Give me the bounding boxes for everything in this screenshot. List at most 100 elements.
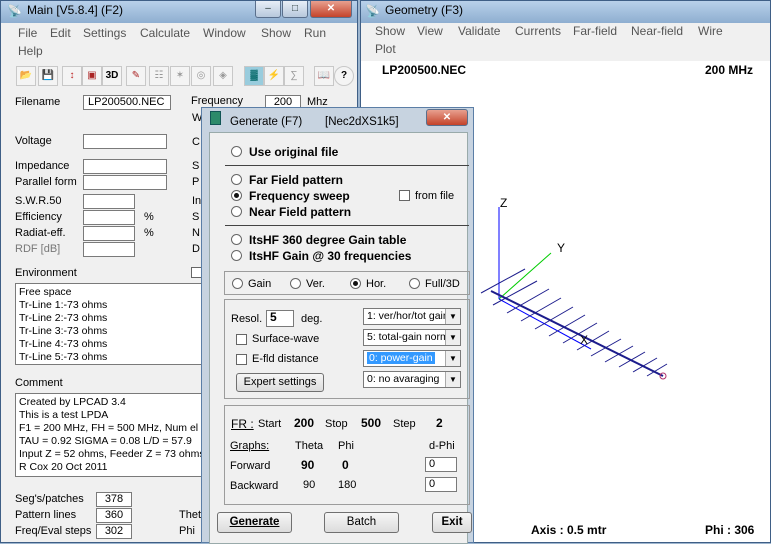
gain-label[interactable]: Gain	[248, 278, 271, 290]
geometry-title: Geometry (F3)	[385, 3, 464, 17]
norm-select[interactable]: 5: total-gain norm ▼	[363, 329, 461, 346]
start-value[interactable]: 200	[294, 416, 314, 430]
book-icon[interactable]: 📖	[314, 66, 334, 86]
fx-icon[interactable]: ∑	[284, 66, 304, 86]
menu-currents[interactable]: Currents	[515, 24, 561, 38]
antenna-icon[interactable]: ↕	[62, 66, 82, 86]
main-title-bar[interactable]: 📡 Main [V5.8.4] (F2) ‒ □ ✕	[1, 1, 357, 23]
freq-sweep-label[interactable]: Frequency sweep	[249, 189, 350, 203]
resol-input[interactable]: 5	[266, 310, 294, 327]
step-value[interactable]: 2	[436, 416, 443, 430]
environment-list[interactable]: Free space Tr-Line 1:-73 ohms Tr-Line 2:…	[15, 283, 205, 365]
backward-theta[interactable]: 90	[303, 479, 315, 491]
use-original-label[interactable]: Use original file	[249, 145, 338, 159]
gain-type-select-value: 0: power-gain	[367, 352, 435, 364]
use-original-radio[interactable]	[231, 146, 242, 157]
efld-distance-label[interactable]: E-fld distance	[252, 353, 319, 365]
impedance-label: Impedance	[15, 160, 70, 172]
maximize-button[interactable]: □	[282, 1, 308, 18]
forward-phi[interactable]: 0	[342, 458, 349, 472]
comment-line: TAU = 0.92 SIGMA = 0.08 L/D = 57.9	[19, 435, 192, 447]
menu-run[interactable]: Run	[304, 26, 326, 40]
backward-phi[interactable]: 180	[338, 479, 356, 491]
itshf-30-radio[interactable]	[231, 250, 242, 261]
theta-header: Theta	[295, 440, 324, 452]
menu-show[interactable]: Show	[261, 26, 291, 40]
geometry-frequency: 200 MHz	[705, 63, 754, 77]
menu-view[interactable]: View	[417, 24, 443, 38]
generate-close-button[interactable]: ✕	[426, 109, 468, 126]
from-file-label[interactable]: from file	[415, 190, 454, 202]
itshf-360-radio[interactable]	[231, 234, 242, 245]
far-field-radio[interactable]	[231, 174, 242, 185]
efld-distance-checkbox[interactable]	[236, 354, 247, 365]
ver-label[interactable]: Ver.	[306, 278, 325, 290]
expert-settings-button[interactable]: Expert settings	[236, 373, 324, 392]
grid-icon[interactable]: ☷	[149, 66, 169, 86]
menu-near-field[interactable]: Near-field	[631, 24, 683, 38]
menu-settings[interactable]: Settings	[83, 26, 126, 40]
3d-icon[interactable]: 3D	[102, 66, 122, 86]
geometry-title-bar[interactable]: 📡 Geometry (F3)	[361, 1, 770, 23]
menu-calculate[interactable]: Calculate	[140, 26, 190, 40]
antenna-canvas[interactable]	[471, 181, 771, 401]
full3d-radio[interactable]	[409, 278, 420, 289]
menu-far-field[interactable]: Far-field	[573, 24, 617, 38]
itshf-30-label[interactable]: ItsHF Gain @ 30 frequencies	[249, 249, 411, 263]
radiat-eff-field	[83, 226, 135, 241]
folder-open-icon[interactable]: 📂	[16, 66, 36, 86]
axis-y-label: Y	[557, 241, 566, 255]
radiat-eff-label: Radiat-eff.	[15, 227, 66, 239]
gain-radio[interactable]	[232, 278, 243, 289]
menu-file[interactable]: File	[18, 26, 37, 40]
speaker-icon[interactable]: ◈	[213, 66, 233, 86]
output-select[interactable]: 1: ver/hor/tot gain ▼	[363, 308, 461, 325]
far-field-label[interactable]: Far Field pattern	[249, 173, 343, 187]
close-button[interactable]: ✕	[310, 1, 352, 18]
menu-wire[interactable]: Wire	[698, 24, 723, 38]
filename-field[interactable]: LP200500.NEC	[83, 95, 171, 110]
batch-button[interactable]: Batch	[324, 512, 399, 533]
antenna-elements	[480, 268, 668, 377]
surface-wave-checkbox[interactable]	[236, 334, 247, 345]
norm-select-value: 5: total-gain norm	[367, 331, 449, 343]
menu-show[interactable]: Show	[375, 24, 405, 38]
help-icon[interactable]: ?	[334, 66, 354, 86]
pattern-icon[interactable]: ✶	[170, 66, 190, 86]
exit-button[interactable]: Exit	[432, 512, 472, 533]
freq-sweep-radio[interactable]	[231, 190, 242, 201]
menu-plot[interactable]: Plot	[375, 42, 396, 56]
stop-value[interactable]: 500	[361, 416, 381, 430]
comment-textarea[interactable]: Created by LPCAD 3.4 This is a test LPDA…	[15, 393, 205, 477]
near-field-radio[interactable]	[231, 206, 242, 217]
menu-edit[interactable]: Edit	[50, 26, 71, 40]
generate-button[interactable]: Generate	[217, 512, 292, 533]
forward-label: Forward	[230, 460, 271, 472]
lightning-icon[interactable]: ⚡	[264, 66, 284, 86]
menu-window[interactable]: Window	[203, 26, 246, 40]
itshf-360-label[interactable]: ItsHF 360 degree Gain table	[249, 233, 406, 247]
ver-radio[interactable]	[290, 278, 301, 289]
floppy-icon[interactable]: 💾	[38, 66, 58, 86]
x-axis	[498, 298, 592, 350]
start-label: Start	[258, 418, 282, 430]
edit-icon[interactable]: ✎	[126, 66, 146, 86]
minimize-button[interactable]: ‒	[255, 1, 281, 18]
gain-type-select[interactable]: 0: power-gain ▼	[363, 350, 461, 367]
forward-dphi-input[interactable]: 0	[425, 457, 457, 472]
calculator-icon[interactable]: ▓	[244, 66, 264, 86]
menu-help[interactable]: Help	[18, 44, 43, 58]
surface-wave-label[interactable]: Surface-wave	[252, 333, 319, 345]
globe-icon[interactable]: ◎	[191, 66, 211, 86]
averaging-select[interactable]: 0: no avaraging ▼	[363, 371, 461, 388]
from-file-checkbox[interactable]	[399, 190, 410, 201]
near-field-label[interactable]: Near Field pattern	[249, 205, 351, 219]
backward-dphi-input[interactable]: 0	[425, 477, 457, 492]
hor-label[interactable]: Hor.	[366, 278, 386, 290]
hor-radio[interactable]	[350, 278, 361, 289]
cube-icon[interactable]: ▣	[82, 66, 102, 86]
forward-theta[interactable]: 90	[301, 458, 314, 472]
menu-validate[interactable]: Validate	[458, 24, 500, 38]
step-label: Step	[393, 418, 416, 430]
full3d-label[interactable]: Full/3D	[425, 278, 460, 290]
